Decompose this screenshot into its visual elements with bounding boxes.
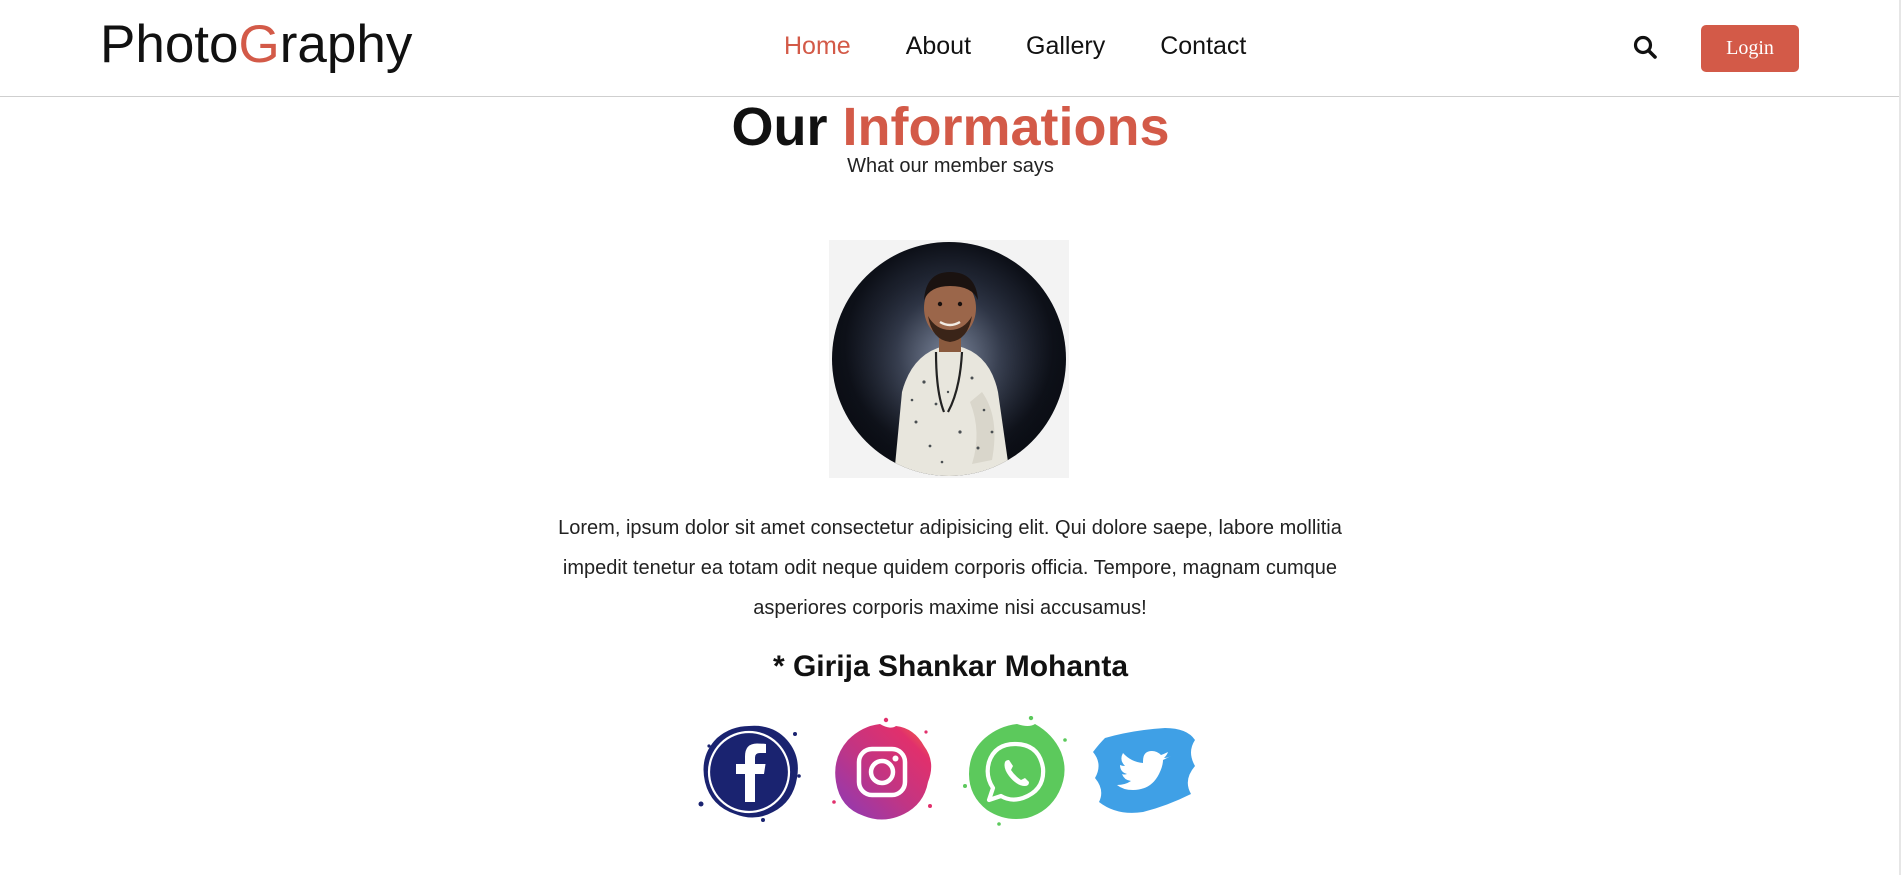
section-title: Our Informations xyxy=(0,96,1901,158)
testimonial-author: * Girija Shankar Mohanta xyxy=(772,650,1129,683)
logo-text-part1: Photo xyxy=(100,15,239,74)
nav-contact[interactable]: Contact xyxy=(1160,34,1246,59)
member-portrait xyxy=(832,242,1066,476)
title-accent: Informations xyxy=(842,97,1170,157)
site-logo[interactable]: PhotoGraphy xyxy=(100,18,412,71)
facebook-icon[interactable] xyxy=(693,716,805,828)
nav-home[interactable]: Home xyxy=(784,34,851,59)
section-subtitle: What our member says xyxy=(847,155,1054,177)
site-header: PhotoGraphy Home About Gallery Contact L… xyxy=(0,0,1901,97)
logo-text-accent: G xyxy=(238,15,280,74)
title-part1: Our xyxy=(731,97,828,157)
whatsapp-icon[interactable] xyxy=(959,715,1071,828)
logo-text-part2: raphy xyxy=(279,15,413,74)
nav-about[interactable]: About xyxy=(906,34,971,59)
instagram-icon[interactable] xyxy=(826,716,938,828)
member-photo-frame xyxy=(829,240,1069,478)
twitter-icon[interactable] xyxy=(1087,716,1199,828)
search-icon[interactable] xyxy=(1632,34,1660,62)
social-links xyxy=(693,715,1213,830)
nav-gallery[interactable]: Gallery xyxy=(1026,34,1105,59)
login-button[interactable]: Login xyxy=(1701,25,1799,72)
main-nav: Home About Gallery Contact xyxy=(784,34,1301,59)
testimonial-quote: Lorem, ipsum dolor sit amet consectetur … xyxy=(558,517,1342,619)
